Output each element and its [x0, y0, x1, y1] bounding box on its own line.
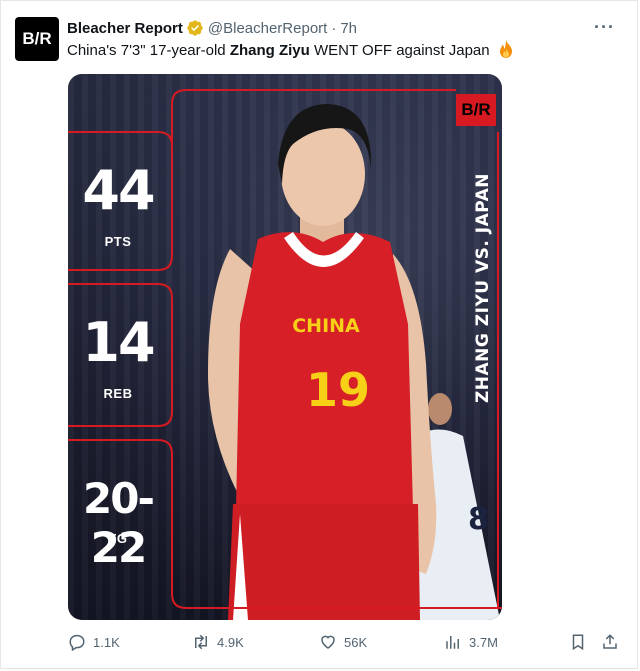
fire-emoji-icon: [499, 40, 512, 58]
graphic-title: ZHANG ZIYU VS. JAPAN: [470, 157, 496, 419]
stat-reb-value: 14: [82, 311, 155, 374]
stat-fg-value: 20-22: [83, 474, 155, 572]
more-options-icon[interactable]: ···: [594, 17, 615, 38]
separator: ·: [331, 19, 337, 37]
tweet-actions: 1.1K 4.9K 56K 3.7M: [1, 633, 640, 659]
tweet-card[interactable]: B/R Bleacher Report @BleacherReport · 7h…: [0, 0, 638, 669]
tweet-header: Bleacher Report @BleacherReport · 7h: [67, 17, 357, 39]
tweet-text: China's 7'3" 17-year-old Zhang Ziyu WENT…: [67, 40, 514, 62]
stat-pts-value: 44: [82, 159, 155, 222]
views-button[interactable]: 3.7M: [444, 633, 498, 651]
tweet-text-part-2: WENT OFF against Japan: [309, 42, 490, 59]
avatar[interactable]: B/R: [15, 17, 59, 61]
vertical-title: ZHANG ZIYU VS. JAPAN: [473, 172, 494, 404]
bookmark-icon: [572, 634, 584, 651]
retweet-count: 4.9K: [217, 634, 244, 650]
timestamp[interactable]: 7h: [340, 20, 357, 37]
avatar-logo: B/R: [22, 29, 52, 48]
tweet-text-part-1: China's 7'3" 17-year-old: [67, 42, 230, 59]
reply-count: 1.1K: [93, 634, 120, 650]
tweet-media-image[interactable]: 8 CHINA 19 B/R ZHANG ZIYU VS. JAPAN 44 P…: [68, 74, 502, 620]
tweet-text-bold: Zhang Ziyu: [229, 42, 310, 59]
author-name[interactable]: Bleacher Report: [67, 20, 183, 37]
br-logo-text: B/R: [461, 100, 491, 119]
views-count: 3.7M: [469, 634, 498, 650]
verified-badge-icon: [187, 20, 203, 36]
like-count: 56K: [344, 634, 368, 650]
bookmark-button[interactable]: [569, 633, 594, 651]
heart-icon: [321, 635, 335, 649]
br-logo: B/R: [456, 94, 496, 126]
reply-icon: [69, 634, 85, 651]
retweet-button[interactable]: 4.9K: [192, 633, 244, 651]
like-button[interactable]: 56K: [319, 633, 367, 651]
author-handle[interactable]: @BleacherReport: [208, 20, 327, 37]
share-icon: [603, 634, 617, 649]
share-button[interactable]: [601, 633, 626, 651]
stat-fg-label: FG: [108, 531, 128, 546]
stat-reb-label: REB: [103, 386, 133, 401]
retweet-icon: [195, 634, 207, 650]
views-chart-icon: [446, 636, 459, 649]
reply-button[interactable]: 1.1K: [68, 633, 120, 651]
stat-pts-label: PTS: [104, 234, 132, 249]
